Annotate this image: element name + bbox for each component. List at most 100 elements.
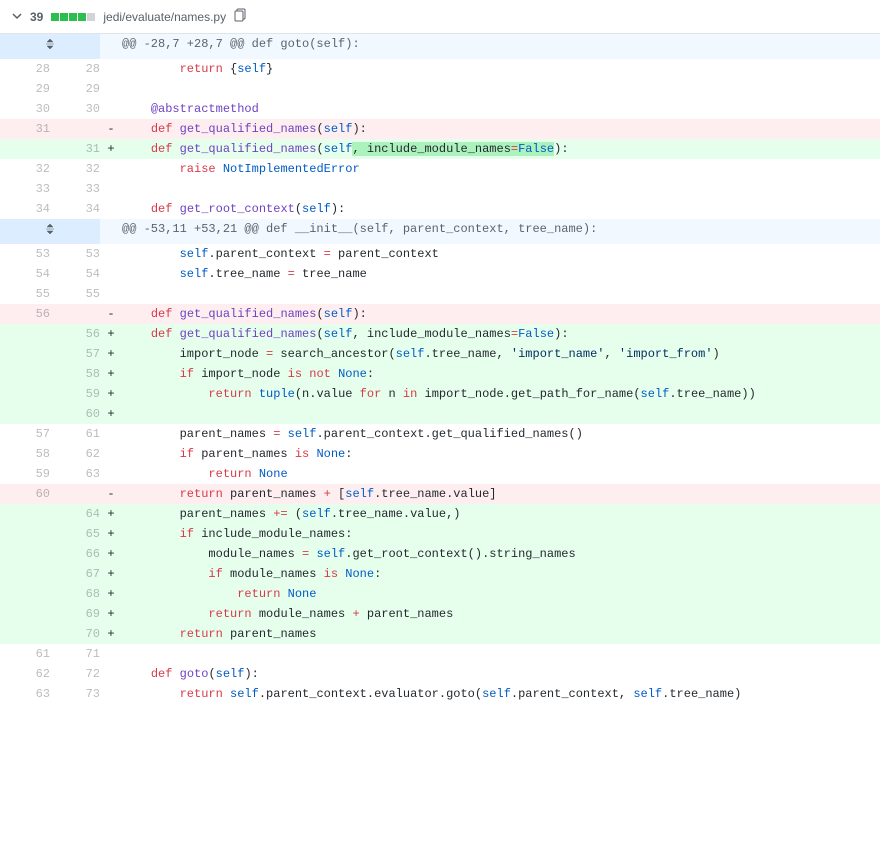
code-cell[interactable]: if parent_names is None: bbox=[122, 444, 880, 464]
code-cell[interactable]: parent_names += (self.tree_name.value,) bbox=[122, 504, 880, 524]
new-line-number[interactable]: 59 bbox=[50, 384, 100, 404]
code-cell[interactable]: def get_qualified_names(self): bbox=[122, 119, 880, 139]
new-line-number[interactable]: 60 bbox=[50, 404, 100, 424]
new-line-number[interactable]: 31 bbox=[50, 139, 100, 159]
code-cell[interactable]: return None bbox=[122, 584, 880, 604]
code-cell[interactable]: return {self} bbox=[122, 59, 880, 79]
code-cell[interactable]: return parent_names + [self.tree_name.va… bbox=[122, 484, 880, 504]
old-line-number[interactable]: 55 bbox=[0, 284, 50, 304]
new-line-number[interactable]: 63 bbox=[50, 464, 100, 484]
old-line-number[interactable] bbox=[0, 544, 50, 564]
collapse-chevron-icon[interactable] bbox=[12, 10, 22, 24]
new-line-number[interactable]: 61 bbox=[50, 424, 100, 444]
code-cell[interactable]: def get_qualified_names(self, include_mo… bbox=[122, 139, 880, 159]
new-line-number[interactable] bbox=[50, 304, 100, 324]
old-line-number[interactable] bbox=[0, 524, 50, 544]
old-line-number[interactable] bbox=[0, 584, 50, 604]
code-cell[interactable]: return self.parent_context.evaluator.got… bbox=[122, 684, 880, 704]
code-cell[interactable]: return module_names + parent_names bbox=[122, 604, 880, 624]
new-line-number[interactable]: 65 bbox=[50, 524, 100, 544]
new-line-number[interactable]: 68 bbox=[50, 584, 100, 604]
code-cell[interactable]: if import_node is not None: bbox=[122, 364, 880, 384]
code-cell[interactable]: def get_root_context(self): bbox=[122, 199, 880, 219]
new-line-number[interactable]: 53 bbox=[50, 244, 100, 264]
new-line-number[interactable]: 54 bbox=[50, 264, 100, 284]
new-line-number[interactable]: 56 bbox=[50, 324, 100, 344]
code-cell[interactable]: return parent_names bbox=[122, 624, 880, 644]
code-cell[interactable]: self.parent_context = parent_context bbox=[122, 244, 880, 264]
code-cell[interactable] bbox=[122, 79, 880, 99]
new-line-number[interactable]: 32 bbox=[50, 159, 100, 179]
old-line-number[interactable] bbox=[0, 564, 50, 584]
code-cell[interactable] bbox=[122, 284, 880, 304]
old-line-number[interactable] bbox=[0, 364, 50, 384]
new-line-number[interactable]: 64 bbox=[50, 504, 100, 524]
code-cell[interactable]: if module_names is None: bbox=[122, 564, 880, 584]
old-line-number[interactable]: 33 bbox=[0, 179, 50, 199]
code-cell[interactable] bbox=[122, 179, 880, 199]
new-line-number[interactable]: 30 bbox=[50, 99, 100, 119]
new-line-number[interactable]: 58 bbox=[50, 364, 100, 384]
code-cell[interactable]: return tuple(n.value for n in import_nod… bbox=[122, 384, 880, 404]
code-cell[interactable]: self.tree_name = tree_name bbox=[122, 264, 880, 284]
code-cell[interactable] bbox=[122, 404, 880, 424]
new-line-number[interactable] bbox=[50, 484, 100, 504]
old-line-number[interactable]: 34 bbox=[0, 199, 50, 219]
new-line-number[interactable] bbox=[50, 119, 100, 139]
code-cell[interactable]: import_node = search_ancestor(self.tree_… bbox=[122, 344, 880, 364]
old-line-number[interactable]: 53 bbox=[0, 244, 50, 264]
code-cell[interactable]: def get_qualified_names(self, include_mo… bbox=[122, 324, 880, 344]
new-line-number[interactable]: 71 bbox=[50, 644, 100, 664]
old-line-number[interactable]: 56 bbox=[0, 304, 50, 324]
new-line-number[interactable]: 28 bbox=[50, 59, 100, 79]
old-line-number[interactable] bbox=[0, 324, 50, 344]
old-line-number[interactable] bbox=[0, 604, 50, 624]
old-line-number[interactable]: 58 bbox=[0, 444, 50, 464]
old-line-number[interactable]: 30 bbox=[0, 99, 50, 119]
code-cell[interactable]: module_names = self.get_root_context().s… bbox=[122, 544, 880, 564]
old-line-number[interactable]: 63 bbox=[0, 684, 50, 704]
old-line-number[interactable]: 29 bbox=[0, 79, 50, 99]
code-cell[interactable] bbox=[122, 644, 880, 664]
code-cell[interactable]: def get_qualified_names(self): bbox=[122, 304, 880, 324]
new-line-number[interactable]: 67 bbox=[50, 564, 100, 584]
old-line-number[interactable]: 60 bbox=[0, 484, 50, 504]
code-cell[interactable]: def goto(self): bbox=[122, 664, 880, 684]
copy-path-icon[interactable] bbox=[234, 8, 248, 25]
new-line-number[interactable]: 34 bbox=[50, 199, 100, 219]
old-line-number[interactable]: 54 bbox=[0, 264, 50, 284]
old-line-number[interactable]: 59 bbox=[0, 464, 50, 484]
old-line-number[interactable] bbox=[0, 504, 50, 524]
old-line-number[interactable]: 62 bbox=[0, 664, 50, 684]
code-cell[interactable]: if include_module_names: bbox=[122, 524, 880, 544]
new-line-number[interactable]: 55 bbox=[50, 284, 100, 304]
new-line-number[interactable]: 66 bbox=[50, 544, 100, 564]
new-line-number[interactable]: 69 bbox=[50, 604, 100, 624]
expand-icon[interactable] bbox=[42, 227, 58, 241]
new-line-number[interactable]: 29 bbox=[50, 79, 100, 99]
old-line-number[interactable] bbox=[0, 344, 50, 364]
new-line-number[interactable]: 57 bbox=[50, 344, 100, 364]
new-line-number[interactable]: 73 bbox=[50, 684, 100, 704]
expand-icon[interactable] bbox=[42, 42, 58, 56]
old-line-number[interactable]: 57 bbox=[0, 424, 50, 444]
old-line-number[interactable] bbox=[0, 624, 50, 644]
code-cell[interactable]: parent_names = self.parent_context.get_q… bbox=[122, 424, 880, 444]
file-path-link[interactable]: jedi/evaluate/names.py bbox=[103, 10, 226, 24]
new-line-number[interactable]: 33 bbox=[50, 179, 100, 199]
code-cell[interactable]: @abstractmethod bbox=[122, 99, 880, 119]
code-cell[interactable]: raise NotImplementedError bbox=[122, 159, 880, 179]
code-cell[interactable]: return None bbox=[122, 464, 880, 484]
old-line-number[interactable] bbox=[0, 404, 50, 424]
old-line-number[interactable]: 28 bbox=[0, 59, 50, 79]
new-line-number[interactable]: 72 bbox=[50, 664, 100, 684]
diff-marker bbox=[100, 179, 122, 199]
old-line-number[interactable] bbox=[0, 384, 50, 404]
old-line-number[interactable]: 31 bbox=[0, 119, 50, 139]
new-line-number[interactable]: 62 bbox=[50, 444, 100, 464]
diff-row: 60- return parent_names + [self.tree_nam… bbox=[0, 484, 880, 504]
new-line-number[interactable]: 70 bbox=[50, 624, 100, 644]
old-line-number[interactable]: 32 bbox=[0, 159, 50, 179]
old-line-number[interactable]: 61 bbox=[0, 644, 50, 664]
old-line-number[interactable] bbox=[0, 139, 50, 159]
